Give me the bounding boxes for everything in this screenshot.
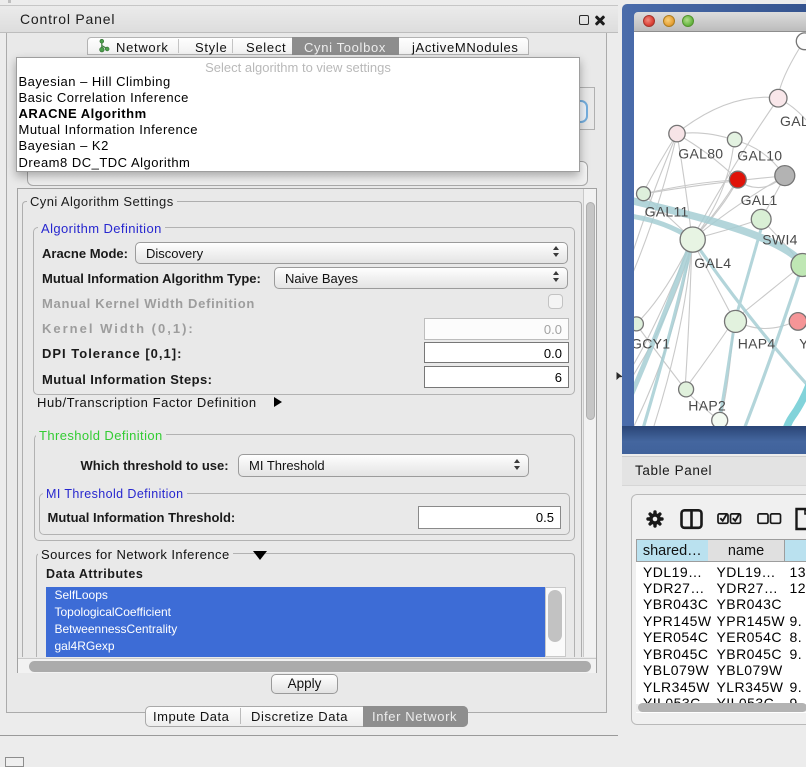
svg-text:HAP2: HAP2: [688, 398, 726, 414]
svg-text:GAL80: GAL80: [678, 145, 723, 161]
svg-text:Y: Y: [799, 336, 806, 352]
svg-text:HAP4: HAP4: [738, 336, 776, 352]
svg-text:GAL11: GAL11: [645, 204, 689, 220]
svg-text:GAL10: GAL10: [737, 148, 782, 164]
svg-text:GAL2: GAL2: [780, 113, 806, 129]
svg-text:GAL4: GAL4: [694, 255, 731, 271]
svg-text:GCY1: GCY1: [634, 336, 670, 352]
svg-text:GAL1: GAL1: [741, 192, 778, 208]
svg-text:SWI4: SWI4: [762, 232, 797, 248]
